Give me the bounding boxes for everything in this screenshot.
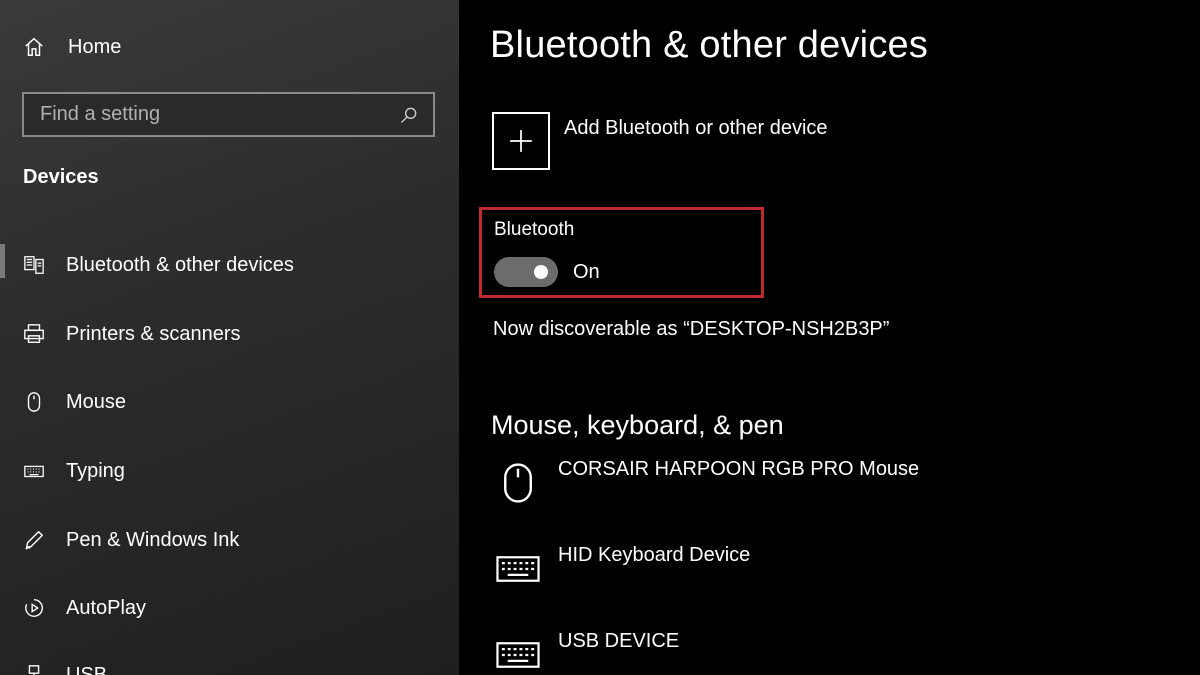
sidebar-item-printers[interactable]: Printers & scanners bbox=[0, 309, 459, 359]
bluetooth-toggle[interactable] bbox=[494, 257, 558, 287]
device-name: HID Keyboard Device bbox=[558, 544, 751, 566]
sidebar-item-label: Pen & Windows Ink bbox=[66, 528, 240, 551]
sidebar-item-autoplay[interactable]: AutoPlay bbox=[0, 583, 459, 633]
add-icon bbox=[492, 112, 550, 170]
search-box[interactable] bbox=[22, 92, 435, 137]
bluetooth-devices-icon bbox=[22, 253, 46, 277]
keyboard-icon bbox=[22, 459, 46, 483]
mouse-icon bbox=[495, 458, 541, 508]
sidebar-item-label: Typing bbox=[66, 459, 125, 482]
sidebar-item-label: Mouse bbox=[66, 390, 127, 413]
sidebar-item-label: Bluetooth & other devices bbox=[66, 253, 294, 276]
keyboard-icon bbox=[495, 544, 541, 594]
printer-icon bbox=[22, 322, 46, 346]
sidebar-item-label: USB bbox=[66, 663, 108, 675]
device-item[interactable]: HID Keyboard Device bbox=[495, 544, 750, 604]
device-item[interactable]: USB DEVICE bbox=[495, 630, 679, 675]
keyboard-icon bbox=[495, 630, 541, 675]
settings-window: Home Devices Bluetooth & other devices bbox=[0, 0, 1200, 675]
add-device-button[interactable]: Add Bluetooth or other device bbox=[492, 112, 828, 172]
sidebar-item-pen[interactable]: Pen & Windows Ink bbox=[0, 515, 459, 565]
pen-icon bbox=[22, 528, 46, 552]
search-input[interactable] bbox=[40, 103, 397, 126]
home-label: Home bbox=[68, 35, 122, 58]
usb-icon bbox=[22, 663, 46, 675]
main-content: Bluetooth & other devices Add Bluetooth … bbox=[459, 0, 1200, 675]
search-icon[interactable] bbox=[397, 103, 421, 127]
mouse-icon bbox=[22, 390, 46, 414]
sidebar-item-label: Printers & scanners bbox=[66, 322, 241, 345]
section-title: Devices bbox=[23, 166, 99, 188]
bluetooth-label: Bluetooth bbox=[494, 219, 575, 240]
sidebar-item-label: AutoPlay bbox=[66, 596, 147, 619]
sidebar-item-typing[interactable]: Typing bbox=[0, 446, 459, 496]
autoplay-icon bbox=[22, 596, 46, 620]
page-title: Bluetooth & other devices bbox=[490, 24, 929, 66]
home-button[interactable]: Home bbox=[22, 30, 121, 64]
toggle-knob bbox=[534, 265, 548, 279]
device-name: USB DEVICE bbox=[558, 630, 680, 652]
bluetooth-state: On bbox=[573, 261, 600, 283]
sidebar: Home Devices Bluetooth & other devices bbox=[0, 0, 459, 675]
sidebar-item-usb[interactable]: USB bbox=[0, 650, 459, 675]
mouse-keyboard-pen-title: Mouse, keyboard, & pen bbox=[491, 410, 784, 440]
home-icon bbox=[22, 35, 46, 59]
sidebar-item-mouse[interactable]: Mouse bbox=[0, 377, 459, 427]
sidebar-item-bluetooth[interactable]: Bluetooth & other devices bbox=[0, 240, 459, 290]
discoverable-text: Now discoverable as “DESKTOP-NSH2B3P” bbox=[493, 318, 890, 340]
device-item[interactable]: CORSAIR HARPOON RGB PRO Mouse bbox=[495, 458, 919, 518]
add-device-label: Add Bluetooth or other device bbox=[564, 117, 828, 139]
device-name: CORSAIR HARPOON RGB PRO Mouse bbox=[558, 458, 920, 480]
bluetooth-highlight-box: Bluetooth On bbox=[479, 207, 764, 298]
